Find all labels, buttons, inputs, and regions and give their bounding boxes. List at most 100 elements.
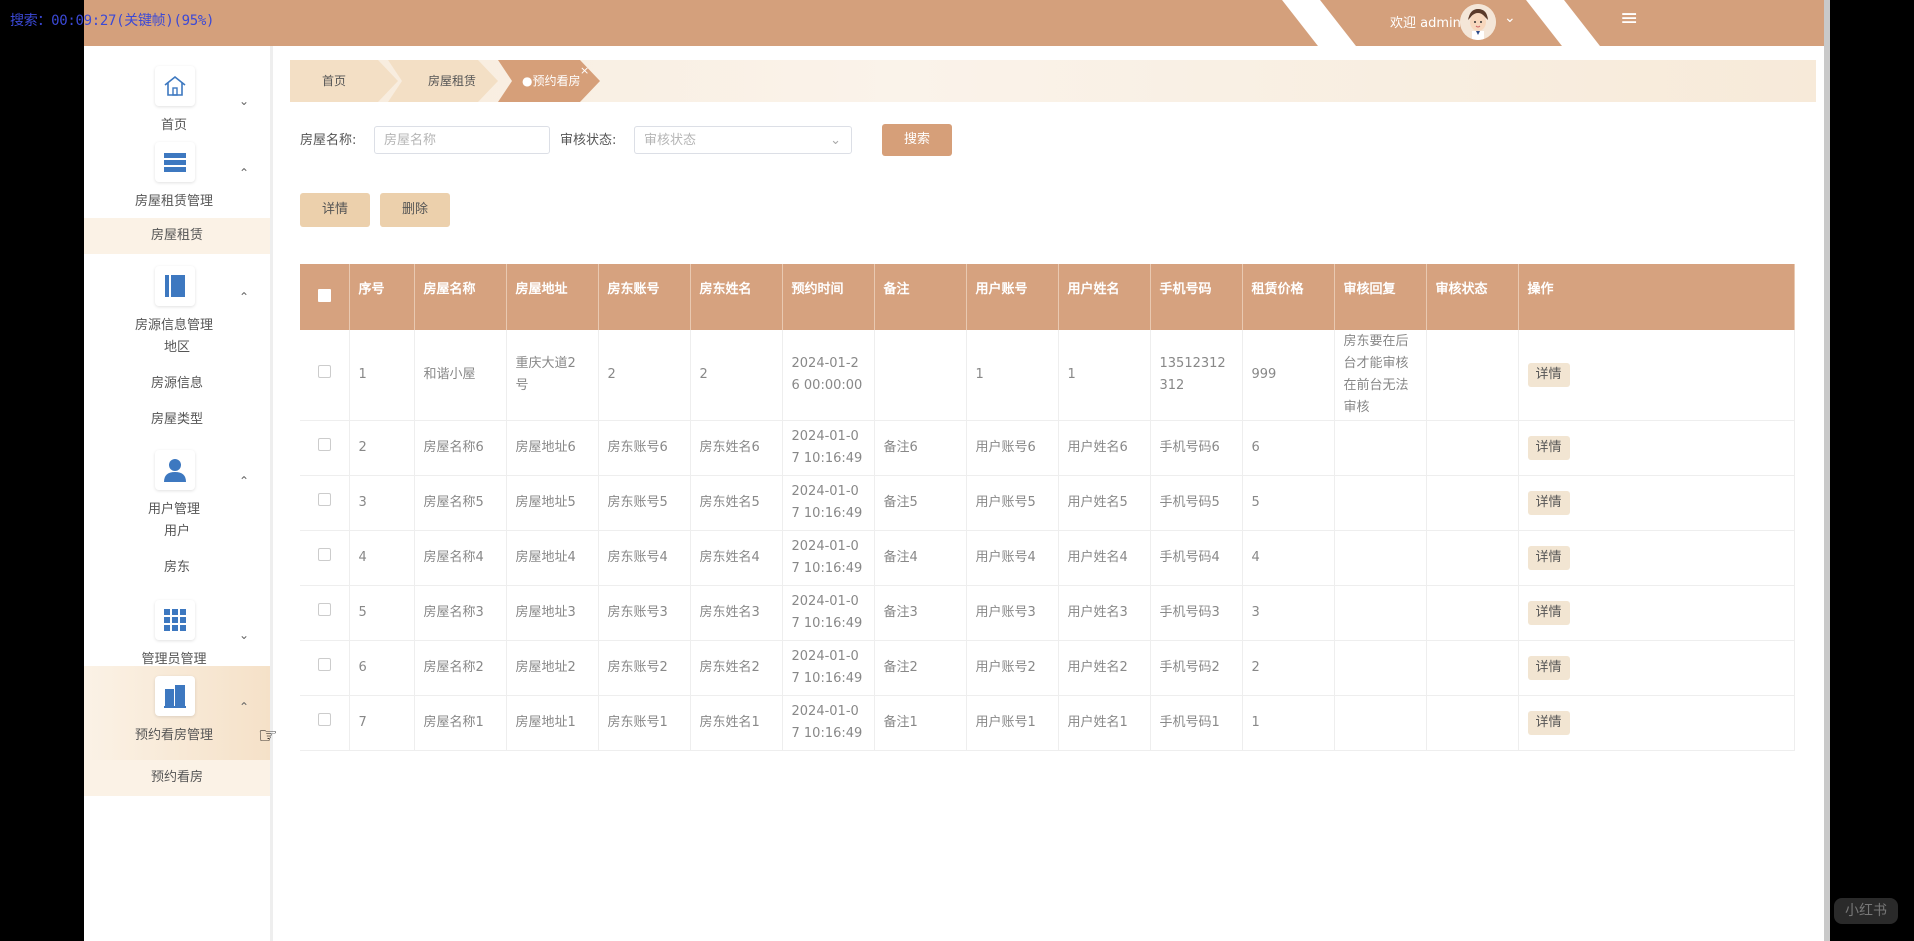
breadcrumb-home[interactable]: 首页: [290, 60, 398, 102]
table-cell: 4: [1242, 530, 1335, 586]
col-header: 用户账号: [966, 264, 1059, 330]
detail-button[interactable]: 详情: [300, 193, 370, 227]
table-row[interactable]: 5 房屋名称3 房屋地址3 房东账号3 房东姓名3 2024-01-07 10:16:49…: [300, 585, 1795, 641]
sidebar-item-property-info[interactable]: 房源信息: [84, 366, 270, 402]
sidebar-group-label: 首页: [160, 118, 187, 133]
close-icon[interactable]: ×: [580, 64, 589, 77]
table-cell: [1334, 640, 1427, 696]
table-cell: 2: [349, 420, 415, 476]
sidebar-item-viewing[interactable]: 预约看房: [84, 760, 270, 796]
row-checkbox[interactable]: [300, 640, 350, 696]
search-button[interactable]: 搜索: [882, 124, 952, 156]
table-row[interactable]: 1 和谐小屋 重庆大道2号 2 2 2024-01-26 00:00:00 1 1 135123…: [300, 330, 1795, 421]
grid-icon: [155, 600, 195, 640]
sidebar-item-rental[interactable]: 房屋租赁: [84, 218, 270, 254]
row-checkbox[interactable]: [300, 585, 350, 641]
table-cell: 手机号码5: [1150, 475, 1243, 531]
table-cell: 1: [966, 330, 1059, 421]
sidebar-item-region[interactable]: 地区: [84, 330, 270, 366]
row-checkbox[interactable]: [300, 475, 350, 531]
table-cell: [1426, 330, 1519, 421]
table-cell: [1334, 475, 1427, 531]
table-cell: 房屋地址3: [506, 585, 599, 641]
row-detail-button[interactable]: 详情: [1527, 362, 1570, 387]
sidebar-group-home[interactable]: 首页 ⌄: [84, 66, 270, 136]
table-cell: 用户姓名3: [1058, 585, 1151, 641]
app-window: 欢迎 admin ⌄ ≡ 首页 ⌄ 房屋租赁管理 ⌃ 房屋租赁 房源信息管理 ⌃…: [84, 0, 1824, 941]
table-row[interactable]: 7 房屋名称1 房屋地址1 房东账号1 房东姓名1 2024-01-07 10:16:49…: [300, 695, 1795, 751]
welcome-text: 欢迎 admin: [1390, 16, 1461, 31]
table-cell: 房东姓名3: [690, 585, 783, 641]
table-cell: 999: [1242, 330, 1335, 421]
sidebar-group-label: 预约看房管理: [134, 728, 213, 743]
table-cell: 13512312312: [1150, 330, 1243, 421]
table-cell: 用户账号3: [966, 585, 1059, 641]
sidebar-group-label: 管理员管理: [141, 652, 207, 667]
table-cell: 房东姓名2: [690, 640, 783, 696]
sidebar-group-viewing[interactable]: 预约看房管理 ⌃: [84, 666, 270, 770]
col-header: 预约时间: [782, 264, 875, 330]
hamburger-icon[interactable]: ≡: [1620, 6, 1638, 31]
col-header: 用户姓名: [1058, 264, 1151, 330]
row-detail-button[interactable]: 详情: [1527, 655, 1570, 680]
row-detail-button[interactable]: 详情: [1527, 545, 1570, 570]
table-cell: [1426, 475, 1519, 531]
table-cell: 备注2: [874, 640, 967, 696]
table-cell-actions: 详情: [1518, 585, 1795, 641]
building-icon: [155, 676, 195, 716]
delete-button[interactable]: 删除: [380, 193, 450, 227]
table-cell: 用户账号2: [966, 640, 1059, 696]
table-cell: 手机号码1: [1150, 695, 1243, 751]
table-cell: [1426, 640, 1519, 696]
table-cell: 房东姓名1: [690, 695, 783, 751]
table-row[interactable]: 4 房屋名称4 房屋地址4 房东账号4 房东姓名4 2024-01-07 10:16:49…: [300, 530, 1795, 586]
row-checkbox[interactable]: [300, 330, 350, 421]
chevron-up-icon: ⌃: [239, 290, 250, 304]
table-cell: 房屋地址6: [506, 420, 599, 476]
chevron-up-icon: ⌃: [239, 474, 250, 488]
row-checkbox[interactable]: [300, 420, 350, 476]
decor-stripe: [1282, 0, 1356, 46]
avatar[interactable]: [1460, 4, 1496, 40]
chevron-up-icon: ⌃: [239, 166, 250, 180]
table-cell: 5: [349, 585, 415, 641]
table-cell: 房东要在后台才能审核在前台无法审核: [1334, 330, 1427, 421]
select-all-checkbox[interactable]: [300, 264, 350, 330]
chevron-down-icon[interactable]: ⌄: [1504, 10, 1516, 26]
scrollbar[interactable]: [1824, 0, 1830, 941]
row-detail-button[interactable]: 详情: [1527, 435, 1570, 460]
sidebar-group-property-info[interactable]: 房源信息管理 ⌃: [84, 266, 270, 336]
sidebar-item-house-type[interactable]: 房屋类型: [84, 402, 270, 438]
sidebar-item-landlord[interactable]: 房东: [84, 550, 270, 586]
house-name-label: 房屋名称:: [300, 133, 357, 148]
main-content: 首页 房屋租赁 ●预约看房 × 房屋名称: 房屋名称 审核状态: 审核状态 ⌄ …: [274, 46, 1824, 941]
table-cell: 房屋名称3: [414, 585, 507, 641]
table-cell: 房屋名称6: [414, 420, 507, 476]
row-detail-button[interactable]: 详情: [1527, 600, 1570, 625]
table-cell: 2024-01-07 10:16:49: [782, 640, 875, 696]
sidebar-item-user[interactable]: 用户: [84, 514, 270, 550]
table-cell: 手机号码2: [1150, 640, 1243, 696]
stack-icon: [155, 142, 195, 182]
row-checkbox[interactable]: [300, 695, 350, 751]
row-detail-button[interactable]: 详情: [1527, 490, 1570, 515]
table-cell: 房屋名称1: [414, 695, 507, 751]
house-name-input[interactable]: 房屋名称: [374, 126, 550, 154]
row-detail-button[interactable]: 详情: [1527, 710, 1570, 735]
table-row[interactable]: 3 房屋名称5 房屋地址5 房东账号5 房东姓名5 2024-01-07 10:16:49…: [300, 475, 1795, 531]
table-row[interactable]: 6 房屋名称2 房屋地址2 房东账号2 房东姓名2 2024-01-07 10:16:49…: [300, 640, 1795, 696]
table-cell-actions: 详情: [1518, 475, 1795, 531]
sidebar-group-users[interactable]: 用户管理 ⌃: [84, 450, 270, 520]
audit-status-select[interactable]: 审核状态 ⌄: [634, 126, 852, 154]
sidebar-group-admins[interactable]: 管理员管理 ⌄: [84, 600, 270, 670]
table-cell: 房东姓名5: [690, 475, 783, 531]
table-cell: 6: [1242, 420, 1335, 476]
table-row[interactable]: 2 房屋名称6 房屋地址6 房东账号6 房东姓名6 2024-01-07 10:16:49…: [300, 420, 1795, 476]
table-cell: 2024-01-07 10:16:49: [782, 585, 875, 641]
row-checkbox[interactable]: [300, 530, 350, 586]
col-header: 房屋地址: [506, 264, 599, 330]
sidebar-group-rental[interactable]: 房屋租赁管理 ⌃: [84, 142, 270, 212]
book-icon: [155, 266, 195, 306]
table-cell: 备注5: [874, 475, 967, 531]
breadcrumb-rental[interactable]: 房屋租赁: [388, 60, 498, 102]
